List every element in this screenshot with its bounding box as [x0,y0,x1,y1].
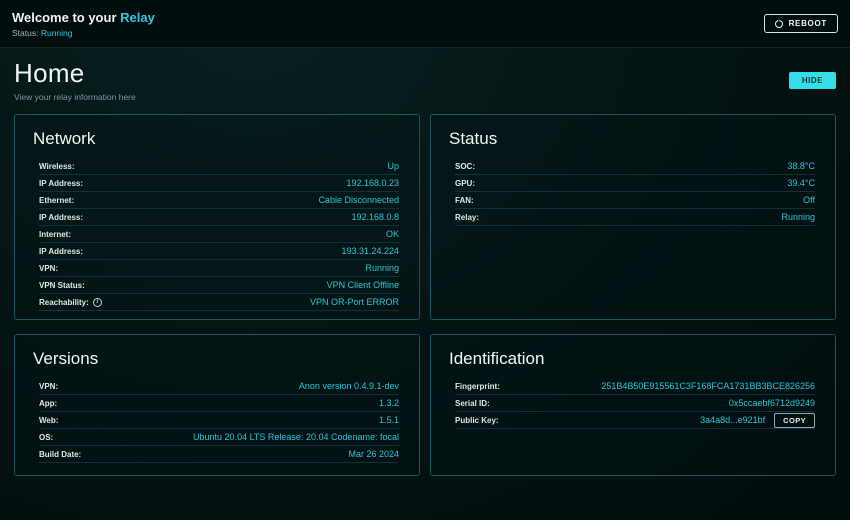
network-panel: Network Wireless: Up IP Address: 192.168… [14,114,420,320]
brand-name: Relay [120,10,155,25]
row-label: Web: [39,416,58,425]
row-value: 3a4a8d...e921bf [700,415,765,425]
row-value: 39.4°C [787,178,815,188]
row-label: SOC: [455,162,475,171]
copy-button[interactable]: COPY [774,413,815,428]
panels-grid: Network Wireless: Up IP Address: 192.168… [14,114,836,476]
versions-row-build-date: Build Date: Mar 26 2024 [39,446,399,463]
status-row-gpu: GPU: 39.4°C [455,175,815,192]
row-label: Fingerprint: [455,382,500,391]
page-header-row: Home View your relay information here HI… [14,58,836,102]
network-row-reachability: Reachability: VPN OR-Port ERROR [39,294,399,311]
top-header: Welcome to your Relay Status: Running RE… [0,0,850,48]
header-left: Welcome to your Relay Status: Running [12,10,155,38]
identification-rows: Fingerprint: 251B4B50E915561C3F168FCA173… [449,378,817,429]
welcome-title: Welcome to your Relay [12,10,155,25]
network-row-wireless-ip: IP Address: 192.168.0.23 [39,175,399,192]
row-value: 192.168.0.23 [346,178,399,188]
row-value: 0x5ccaebf6712d9249 [729,398,815,408]
row-label-text: Reachability: [39,298,89,307]
public-key-cell: 3a4a8d...e921bf COPY [700,413,815,428]
page-heading-block: Home View your relay information here [14,58,136,102]
status-panel-title: Status [449,129,817,149]
row-value: Ubuntu 20.04 LTS Release: 20.04 Codename… [193,432,399,442]
network-row-ethernet-ip: IP Address: 192.168.0.8 [39,209,399,226]
row-label: Public Key: [455,416,499,425]
row-value: 38.8°C [787,161,815,171]
row-value: 1.3.2 [379,398,399,408]
row-label: App: [39,399,57,408]
row-label: GPU: [455,179,475,188]
page-title: Home [14,58,136,89]
versions-rows: VPN: Anon version 0.4.9.1-dev App: 1.3.2… [33,378,401,463]
welcome-prefix: Welcome to your [12,10,120,25]
status-row-fan: FAN: Off [455,192,815,209]
status-row-relay: Relay: Running [455,209,815,226]
row-value: VPN Client Offline [327,280,399,290]
versions-row-vpn: VPN: Anon version 0.4.9.1-dev [39,378,399,395]
hide-button[interactable]: HIDE [789,72,836,89]
versions-panel: Versions VPN: Anon version 0.4.9.1-dev A… [14,334,420,476]
status-rows: SOC: 38.8°C GPU: 39.4°C FAN: Off Relay: … [449,158,817,226]
row-label: IP Address: [39,213,83,222]
versions-row-app: App: 1.3.2 [39,395,399,412]
row-value: Off [803,195,815,205]
row-value: OK [386,229,399,239]
row-label: VPN: [39,382,58,391]
network-row-internet-ip: IP Address: 193.31.24.224 [39,243,399,260]
row-label: Build Date: [39,450,81,459]
status-panel: Status SOC: 38.8°C GPU: 39.4°C FAN: Off … [430,114,836,320]
identification-row-serial-id: Serial ID: 0x5ccaebf6712d9249 [455,395,815,412]
versions-row-web: Web: 1.5.1 [39,412,399,429]
identification-row-public-key: Public Key: 3a4a8d...e921bf COPY [455,412,815,429]
network-row-wireless: Wireless: Up [39,158,399,175]
status-label: Status: [12,28,41,38]
row-label: Internet: [39,230,71,239]
page-subtitle: View your relay information here [14,92,136,102]
network-row-vpn: VPN: Running [39,260,399,277]
row-label: Relay: [455,213,479,222]
network-row-internet: Internet: OK [39,226,399,243]
row-label: VPN: [39,264,58,273]
info-icon[interactable] [93,298,102,307]
network-rows: Wireless: Up IP Address: 192.168.0.23 Et… [33,158,401,311]
row-label: IP Address: [39,247,83,256]
network-row-vpn-status: VPN Status: VPN Client Offline [39,277,399,294]
row-label: Reachability: [39,298,102,307]
row-value: Cable Disconnected [318,195,399,205]
row-value: 192.168.0.8 [351,212,399,222]
row-label: VPN Status: [39,281,85,290]
versions-row-os: OS: Ubuntu 20.04 LTS Release: 20.04 Code… [39,429,399,446]
row-value: Running [781,212,815,222]
network-row-ethernet: Ethernet: Cable Disconnected [39,192,399,209]
relay-status-line: Status: Running [12,28,155,38]
identification-panel-title: Identification [449,349,817,369]
reboot-button-label: REBOOT [789,19,827,28]
row-value: Running [365,263,399,273]
power-icon [775,20,783,28]
main-content: Home View your relay information here HI… [0,48,850,476]
identification-row-fingerprint: Fingerprint: 251B4B50E915561C3F168FCA173… [455,378,815,395]
row-value: 1.5.1 [379,415,399,425]
row-value: VPN OR-Port ERROR [310,297,399,307]
row-label: IP Address: [39,179,83,188]
row-value: 251B4B50E915561C3F168FCA1731BB3BCE826256 [601,381,815,391]
row-value: Anon version 0.4.9.1-dev [299,381,399,391]
row-label: FAN: [455,196,474,205]
identification-panel: Identification Fingerprint: 251B4B50E915… [430,334,836,476]
network-panel-title: Network [33,129,401,149]
row-label: Serial ID: [455,399,490,408]
row-value: Mar 26 2024 [348,449,399,459]
status-value: Running [41,28,73,38]
row-label: OS: [39,433,53,442]
reboot-button[interactable]: REBOOT [764,14,838,33]
versions-panel-title: Versions [33,349,401,369]
row-label: Ethernet: [39,196,74,205]
row-label: Wireless: [39,162,75,171]
row-value: 193.31.24.224 [341,246,399,256]
status-row-soc: SOC: 38.8°C [455,158,815,175]
row-value: Up [387,161,399,171]
